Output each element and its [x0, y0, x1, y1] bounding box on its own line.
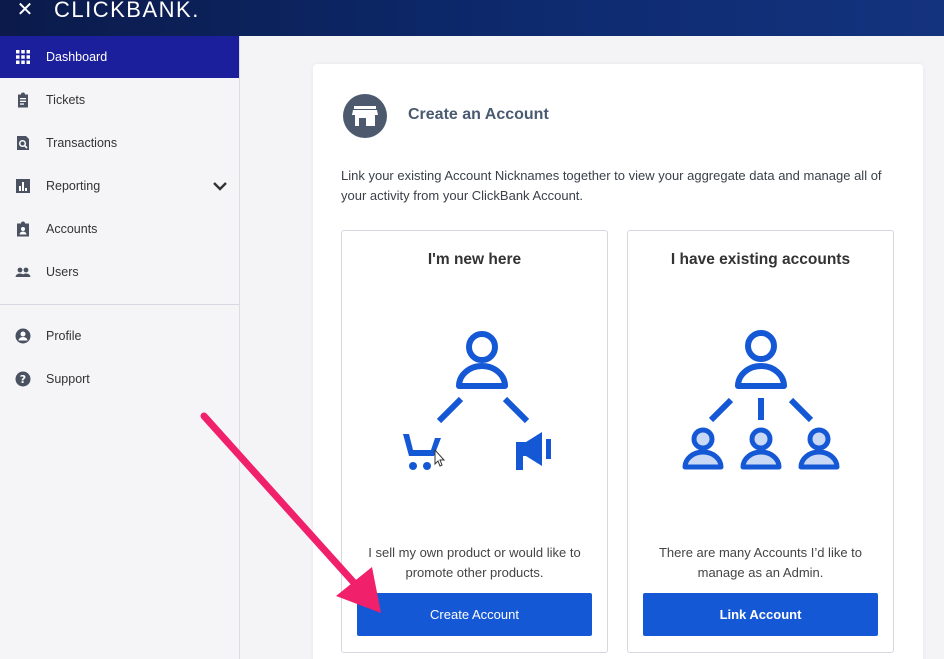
option-title: I have existing accounts: [670, 251, 851, 268]
sidebar-item-dashboard[interactable]: Dashboard: [0, 36, 239, 78]
account-badge-icon: [17, 221, 29, 237]
sidebar-item-label: Dashboard: [46, 50, 108, 64]
users-icon: [15, 267, 31, 277]
sidebar-item-label: Support: [46, 372, 90, 386]
sidebar-item-users[interactable]: Users: [0, 251, 239, 293]
option-description: I sell my own product or would like to p…: [368, 545, 581, 580]
sidebar-item-label: Accounts: [46, 222, 98, 236]
svg-text:?: ?: [20, 373, 26, 386]
sidebar-item-label: Users: [46, 265, 79, 279]
sidebar: Dashboard Tickets Transactions Reporting: [0, 36, 240, 659]
sidebar-item-support[interactable]: ? Support: [0, 358, 239, 400]
sidebar-item-label: Transactions: [46, 136, 118, 150]
clipboard-icon: [18, 92, 28, 108]
sidebar-item-label: Tickets: [46, 93, 86, 107]
page-description: Link your existing Account Nicknames tog…: [341, 168, 882, 203]
help-circle-icon: ?: [15, 371, 31, 387]
person-circle-icon: [15, 328, 31, 344]
bar-chart-icon: [16, 179, 30, 193]
sidebar-item-label: Profile: [46, 329, 82, 343]
option-new-here: I'm new here I sell my own product or wo…: [341, 230, 608, 653]
receipt-search-icon: [17, 136, 29, 150]
sidebar-item-tickets[interactable]: Tickets: [0, 79, 239, 121]
clickbank-logo[interactable]: CLICKBANK.: [54, 0, 200, 23]
sidebar-item-transactions[interactable]: Transactions: [0, 122, 239, 164]
link-account-button[interactable]: Link Account: [643, 593, 878, 636]
option-title: I'm new here: [427, 251, 522, 268]
option-existing-accounts: I have existing accounts There are many …: [627, 230, 894, 653]
create-account-card: Create an Account Link your existing Acc…: [313, 64, 923, 659]
create-account-button[interactable]: Create Account: [357, 593, 592, 636]
sidebar-item-reporting[interactable]: Reporting: [0, 165, 239, 207]
top-bar: ✕ CLICKBANK.: [0, 0, 944, 36]
sidebar-item-label: Reporting: [46, 179, 101, 193]
person-cart-megaphone-icon: [403, 331, 551, 470]
chevron-down-icon[interactable]: [211, 178, 229, 194]
sidebar-item-profile[interactable]: Profile: [0, 315, 239, 357]
store-icon: [343, 94, 387, 138]
sidebar-item-accounts[interactable]: Accounts: [0, 208, 239, 250]
grid-icon: [16, 50, 30, 64]
account-hierarchy-icon: [682, 330, 840, 470]
sidebar-divider: [0, 304, 239, 305]
page-title: Create an Account: [408, 106, 549, 123]
option-description: There are many Accounts I’d like to mana…: [658, 545, 863, 580]
close-icon[interactable]: ✕: [14, 0, 36, 22]
